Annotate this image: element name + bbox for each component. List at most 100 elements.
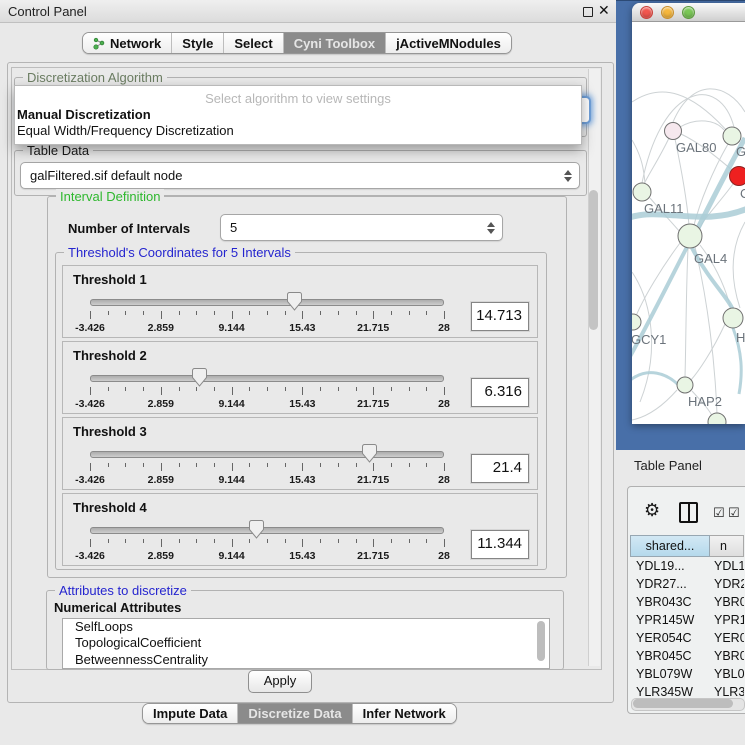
table-row[interactable]: YBR045CYBR0 [630,647,744,665]
threshold-slider[interactable]: -3.4262.8599.14415.4321.71528 [90,520,444,566]
group-title: Threshold's Coordinates for 5 Intervals [64,245,295,260]
table-row[interactable]: YPR145WYPR1 [630,611,744,629]
table-row[interactable]: YBR043CYBR0 [630,593,744,611]
network-window-titlebar[interactable] [632,3,745,22]
attribute-item-betweennesscentrality[interactable]: BetweennessCentrality [63,652,549,668]
network-node[interactable] [665,123,682,140]
slider-tick [125,387,126,391]
threshold-value-field[interactable]: 21.4 [471,454,529,483]
column-selector-icon[interactable] [679,502,698,523]
slider-knob[interactable] [287,292,302,311]
tab-cyni-toolbox[interactable]: Cyni Toolbox [284,33,386,53]
close-traffic-light-icon[interactable] [640,6,653,19]
minimize-traffic-light-icon[interactable] [661,6,674,19]
slider-tick [179,463,180,467]
tab-label: Infer Network [363,706,446,721]
attribute-item-topologicalcoefficient[interactable]: TopologicalCoefficient [63,635,549,651]
top-tab-bar: NetworkStyle Select Cyni ToolboxjActiveMNo… [82,32,512,54]
network-graph[interactable]: GAL80GCGAL11GAL4GCY1HHAP2 [632,22,745,424]
tab-select[interactable]: Select [224,33,283,53]
threshold-row: Threshold 1 -3.4262.8599.14415.4321.71528… [62,265,538,338]
network-node[interactable] [632,314,641,330]
vertical-scrollbar-track[interactable] [588,69,600,666]
table-row[interactable]: YLR345WYLR3 [630,683,744,696]
network-node[interactable] [678,224,702,248]
table-row[interactable]: YBL079WYBL0 [630,665,744,683]
threshold-slider[interactable]: -3.4262.8599.14415.4321.71528 [90,368,444,414]
table-cell: YBR0 [710,647,744,665]
slider-tick [444,463,445,471]
slider-tick [338,539,339,543]
control-panel-title: Control Panel [8,4,87,19]
tab-label: Impute Data [153,706,227,721]
slider-track[interactable] [90,451,444,458]
network-edge [685,248,688,377]
threshold-label: Threshold 4 [73,500,147,515]
horizontal-scrollbar-thumb[interactable] [633,699,733,708]
threshold-slider[interactable]: -3.4262.8599.14415.4321.71528 [90,444,444,490]
network-node[interactable] [633,183,651,201]
table-row[interactable]: YDR27...YDR2 [630,575,744,593]
threshold-value-field[interactable]: 6.316 [471,378,529,407]
slider-tick [426,387,427,391]
numerical-attributes-list[interactable]: SelfLoopsTopologicalCoefficientBetweenne… [62,618,550,669]
attribute-item-selfloops[interactable]: SelfLoops [63,619,549,635]
slider-tick [108,387,109,391]
threshold-value-field[interactable]: 14.713 [471,302,529,331]
table-row[interactable]: YDL19...YDL1 [630,557,744,575]
tab-infer-network[interactable]: Infer Network [353,704,456,723]
slider-track[interactable] [90,375,444,382]
table-column-header[interactable]: n [710,535,744,557]
network-node[interactable] [677,377,693,393]
zoom-traffic-light-icon[interactable] [682,6,695,19]
network-edge-thick [632,373,682,389]
table-column-header[interactable]: shared... [630,535,710,557]
network-node[interactable] [730,167,745,186]
gear-icon[interactable]: ⚙ [644,501,660,519]
number-of-intervals-combobox[interactable]: 5 [220,214,503,241]
network-node[interactable] [723,127,741,145]
algorithm-option-equal-width-frequency-discretization[interactable]: Equal Width/Frequency Discretization [17,123,234,138]
tab-label: Select [234,36,272,51]
network-node-label: GAL4 [694,251,727,266]
table-cell: YBR0 [710,593,744,611]
group-title: Interval Definition [56,189,164,204]
table-panel-title: Table Panel [634,458,702,473]
slider-knob[interactable] [192,368,207,387]
table-data-combobox[interactable]: galFiltered.sif default node [20,162,580,189]
network-canvas[interactable]: GAL80GCGAL11GAL4GCY1HHAP2 [632,22,745,424]
slider-knob[interactable] [249,520,264,539]
slider-tick [356,311,357,315]
tab-style[interactable]: Style [172,33,224,53]
slider-track[interactable] [90,299,444,306]
close-icon[interactable]: ✕ [598,2,610,19]
slider-tick [373,311,374,319]
network-node[interactable] [723,308,743,328]
table-row[interactable]: YER054CYER0 [630,629,744,647]
threshold-value-field[interactable]: 11.344 [471,530,529,559]
tab-network[interactable]: Network [83,33,172,53]
checkbox-icon[interactable]: ☑ [713,505,725,521]
slider-tick [232,463,233,471]
checkbox-icon[interactable]: ☑ [728,505,740,521]
slider-scale-label: 2.859 [148,550,174,562]
network-node[interactable] [708,413,726,424]
tab-impute-data[interactable]: Impute Data [143,704,238,723]
slider-scale-label: 15.43 [289,474,315,486]
list-scrollbar-thumb[interactable] [537,621,545,661]
float-window-icon[interactable] [583,7,593,17]
threshold-slider[interactable]: -3.4262.8599.14415.4321.71528 [90,292,444,338]
slider-tick [320,387,321,391]
vertical-scrollbar-thumb[interactable] [589,190,598,330]
slider-tick [214,539,215,543]
slider-tick [391,311,392,315]
slider-track[interactable] [90,527,444,534]
table-cell: YDR27... [630,575,710,593]
slider-tick [214,311,215,315]
algorithm-option-manual-discretization[interactable]: Manual Discretization [17,107,151,122]
tab-discretize-data[interactable]: Discretize Data [238,704,352,723]
tab-jactivemnodules[interactable]: jActiveMNodules [386,33,511,53]
slider-knob[interactable] [362,444,377,463]
threshold-label: Threshold 1 [73,272,147,287]
apply-button[interactable]: Apply [248,670,312,693]
